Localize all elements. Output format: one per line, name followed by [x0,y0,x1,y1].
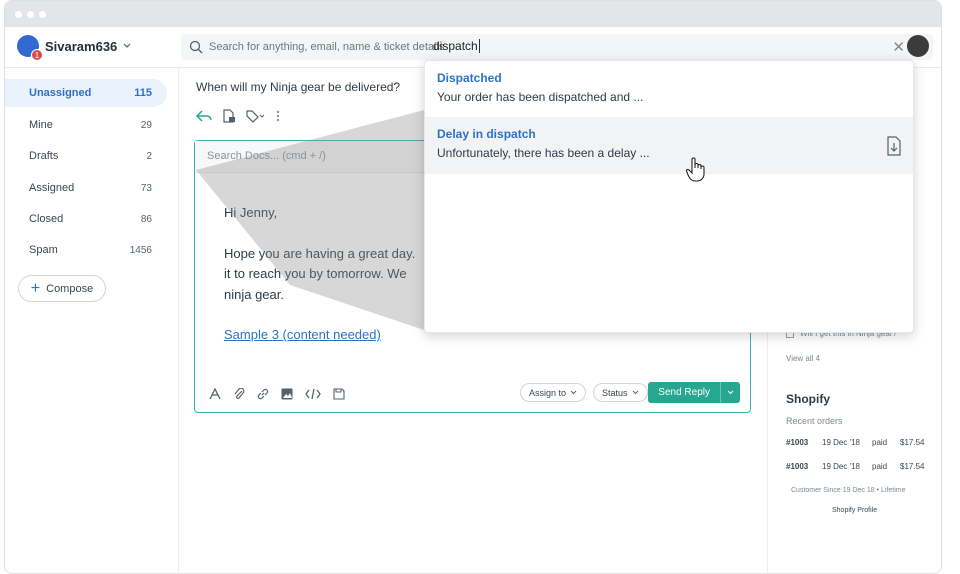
compose-label: Compose [46,282,94,295]
order-date: 19 Dec '18 [822,462,860,471]
result-title: Dispatched [437,71,502,85]
save-draft-icon[interactable] [333,388,345,400]
status-label: Status [602,387,628,398]
sidebar-item-drafts[interactable]: Drafts 2 [5,142,167,170]
editor-toolbar [209,388,345,400]
org-avatar: 1 [17,35,43,61]
sidebar-item-count: 73 [140,182,152,194]
org-name: Sivaram636 [45,38,118,54]
order-id: #1003 [786,462,809,471]
sidebar-item-label: Drafts [29,150,59,162]
plus-icon: + [30,279,41,297]
chevron-down-icon [727,390,734,395]
reply-icon[interactable] [196,109,212,123]
chevron-down-icon [632,390,638,395]
sidebar-item-label: Assigned [29,182,75,194]
sidebar-item-count: 86 [140,213,152,225]
search-query-text: dispatch [433,39,480,53]
result-snippet: Unfortunately, there has been a delay ..… [437,146,650,160]
ticket-actions [196,109,280,123]
insert-document-icon[interactable] [887,136,901,156]
window-minimize-dot[interactable] [27,11,34,18]
more-options-icon[interactable] [276,109,280,123]
customer-since: Customer Since 19 Dec 18 • Lifetime [791,487,906,494]
search-input[interactable] [209,38,449,56]
link-icon[interactable] [257,388,269,400]
assign-to-label: Assign to [529,387,567,398]
code-icon[interactable] [305,388,321,400]
sidebar-item-label: Unassigned [29,87,92,99]
ticket-subject: When will my Ninja gear be delivered? [196,80,401,94]
assign-to-dropdown[interactable]: Assign to [520,383,587,402]
sidebar-item-label: Closed [29,213,64,225]
sidebar-item-count: 1456 [129,244,152,256]
global-search[interactable]: dispatch ✕ [181,34,933,60]
text-format-icon[interactable] [209,388,221,400]
clear-search-button[interactable]: ✕ [892,38,905,56]
reply-line: ninja gear. [224,286,284,302]
view-all-link[interactable]: View all 4 [786,354,820,363]
sidebar-item-mine[interactable]: Mine 29 [5,111,167,139]
chevron-down-icon [570,390,577,395]
order-amount: $17.54 [900,462,925,471]
send-options-button[interactable] [720,382,740,403]
search-results-dropdown: Dispatched Your order has been dispatche… [424,60,914,333]
send-reply-group: Send Reply [648,382,740,403]
sidebar-item-count: 2 [146,150,152,162]
order-status: paid [872,462,888,471]
send-reply-button[interactable]: Send Reply [648,382,720,403]
title-bar [5,1,941,27]
sidebar-item-closed[interactable]: Closed 86 [5,205,167,233]
shopify-profile-link[interactable]: Shopify Profile [832,507,877,514]
search-result-item[interactable]: Delay in dispatch Unfortunately, there h… [425,117,913,174]
window-close-dot[interactable] [15,11,22,18]
sidebar-item-label: Mine [29,119,53,131]
image-icon[interactable] [281,388,293,400]
recent-orders-label: Recent orders [786,416,843,426]
order-id: #1003 [786,438,809,447]
sidebar: Unassigned 115 Mine 29 Drafts 2 Assigned… [5,68,179,573]
result-snippet: Your order has been dispatched and ... [437,90,644,104]
sidebar-item-unassigned[interactable]: Unassigned 115 [5,79,167,107]
org-switcher[interactable]: 1 Sivaram636 [17,35,131,61]
order-amount: $17.54 [900,438,925,447]
sidebar-item-count: 115 [134,87,152,99]
chevron-down-icon [123,43,131,48]
reply-line: Hope you are having a great day. [224,245,416,261]
shopify-title: Shopify [786,392,830,406]
order-row[interactable]: #1003 19 Dec '18 paid $17.54 [786,462,926,471]
search-icon [189,40,203,54]
compose-button[interactable]: + Compose [18,275,106,302]
note-lock-icon[interactable] [222,109,236,123]
attachment-icon[interactable] [233,388,245,400]
window-zoom-dot[interactable] [39,11,46,18]
hand-cursor-icon [685,157,705,182]
sidebar-item-label: Spam [29,244,58,256]
user-avatar[interactable] [907,35,929,57]
tag-icon[interactable] [246,109,266,123]
search-result-item[interactable]: Dispatched Your order has been dispatche… [425,61,913,118]
status-dropdown[interactable]: Status [593,383,648,402]
org-notification-badge: 1 [31,49,43,61]
result-title: Delay in dispatch [437,127,536,141]
order-row[interactable]: #1003 19 Dec '18 paid $17.54 [786,438,926,447]
order-status: paid [872,438,888,447]
sample-content-link[interactable]: Sample 3 (content needed) [224,327,381,342]
sidebar-item-count: 29 [140,119,152,131]
sidebar-item-spam[interactable]: Spam 1456 [5,236,167,264]
order-date: 19 Dec '18 [822,438,860,447]
reply-line: it to reach you by tomorrow. We [224,266,407,281]
sidebar-item-assigned[interactable]: Assigned 73 [5,174,167,202]
